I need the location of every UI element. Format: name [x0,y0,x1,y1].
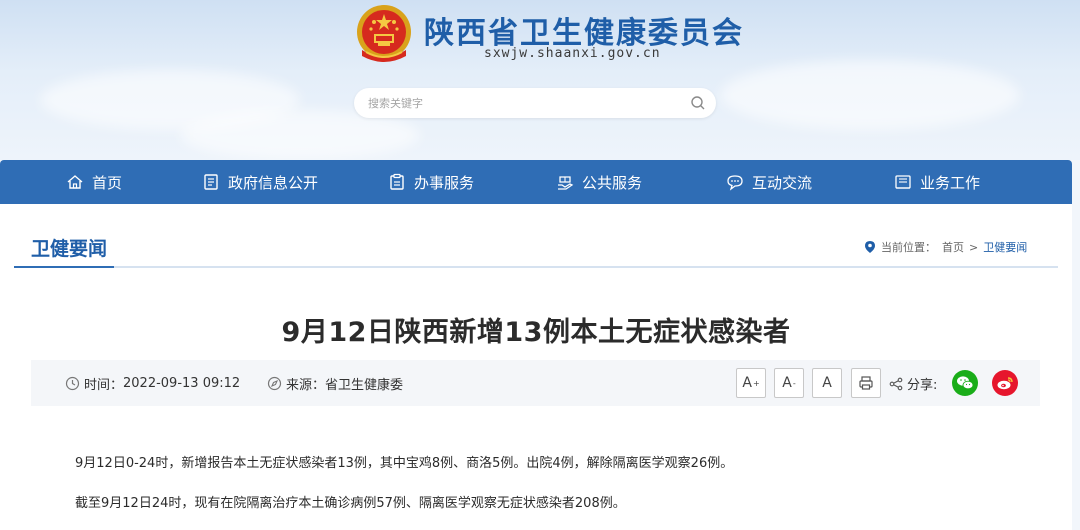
search-icon[interactable] [690,95,706,111]
nav-item-business[interactable]: 业务工作 [894,160,980,204]
home-icon [67,175,83,189]
font-decrease-label: A [782,375,792,391]
breadcrumb-current-link[interactable]: 卫健要闻 [983,239,1027,255]
source-value: 省卫生健康委 [325,377,404,393]
printer-icon [859,376,873,390]
font-increase-sup: + [752,378,760,388]
nav-item-home[interactable]: 首页 [66,160,122,204]
font-normal-label: A [822,375,832,391]
time-label: 时间： [84,377,124,393]
national-emblem-icon [357,5,411,62]
nav-item-label: 办事服务 [414,173,475,192]
section-title: 卫健要闻 [31,238,108,260]
nav-item-label: 政府信息公开 [228,173,319,192]
chat-icon [727,175,743,191]
site-domain: sxwjw.shaanxi.gov.cn [484,46,661,61]
share-text: 分享: [907,378,938,393]
article-paragraph: 截至9月12日24时，现有在院隔离治疗本土确诊病例57例、隔离医学观察无症状感染… [75,496,626,511]
location-pin-icon [865,241,875,253]
breadcrumb-home-link[interactable]: 首页 [942,239,964,255]
nav-item-label: 互动交流 [752,173,813,192]
nav-item-services[interactable]: 办事服务 [388,160,474,204]
nav-item-public-services[interactable]: 公共服务 [556,160,642,204]
article-title: 9月12日陕西新增13例本土无症状感染者 [281,317,791,348]
article-source: 来源： 省卫生健康委 [267,360,403,406]
service-hand-icon [558,176,574,190]
article-paragraph: 9月12日0-24时，新增报告本土无症状感染者13例，其中宝鸡8例、商洛5例。出… [75,456,734,471]
breadcrumb-separator: > [969,240,979,254]
nav-item-label: 公共服务 [582,173,643,192]
search-input[interactable] [368,93,668,113]
breadcrumb-prefix: 当前位置： [881,241,936,254]
nav-item-gov-info[interactable]: 政府信息公开 [202,160,318,204]
document-icon [204,174,218,190]
share-label: 分享: [889,374,937,393]
briefcase-icon [895,175,911,189]
share-icon [889,377,903,390]
nav-item-interaction[interactable]: 互动交流 [726,160,812,204]
clock-icon [65,376,80,390]
nav-item-label: 首页 [92,173,123,192]
nav-item-label: 业务工作 [920,173,981,192]
compass-icon [267,376,282,390]
article-time: 时间： 2022-09-13 09:12 [65,360,240,406]
print-button[interactable] [851,368,881,398]
clipboard-icon [390,173,404,190]
time-value: 2022-09-13 09:12 [123,375,241,391]
wechat-icon [957,376,974,390]
font-normal-button[interactable]: A [812,368,842,398]
content-panel: 卫健要闻 当前位置： 首页 > 卫健要闻 9月12日陕西新增13例本土无症状感染… [0,204,1072,530]
search-box [354,88,716,118]
wechat-share-button[interactable] [952,370,978,396]
section-divider [14,266,1058,268]
main-nav: 首页 政府信息公开 办事服务 公共服务 互动交流 业务工作 [0,160,1072,204]
header-banner: 陕西省卫生健康委员会 sxwjw.shaanxi.gov.cn [0,0,1080,160]
font-decrease-sup: - [792,378,796,388]
font-increase-label: A [742,375,752,391]
source-label: 来源： [286,377,326,393]
font-decrease-button[interactable]: A- [774,368,804,398]
weibo-share-button[interactable] [992,370,1018,396]
breadcrumb: 当前位置： 首页 > 卫健要闻 [864,239,1027,255]
font-increase-button[interactable]: A + [736,368,766,398]
weibo-icon [997,377,1013,390]
